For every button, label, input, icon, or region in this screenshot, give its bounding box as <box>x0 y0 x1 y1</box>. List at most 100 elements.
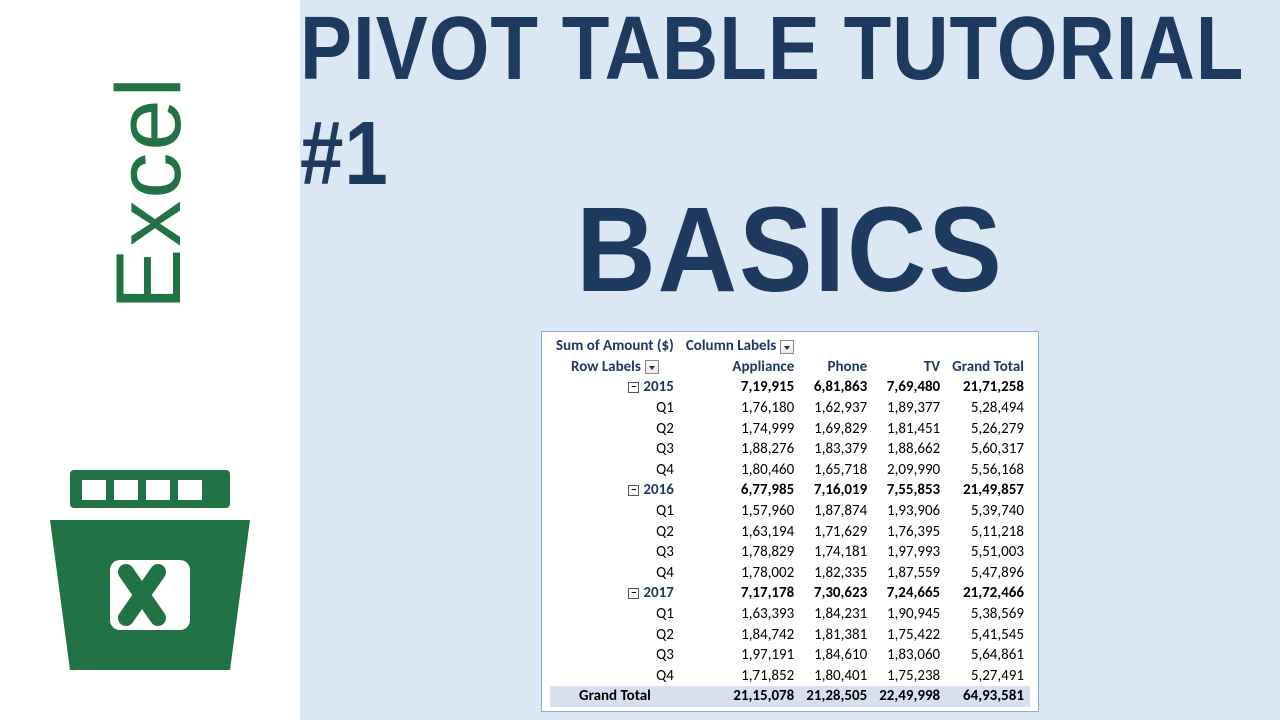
cell: 5,39,740 <box>946 501 1030 522</box>
cell: 1,89,377 <box>873 398 946 419</box>
table-row: Q21,63,1941,71,6291,76,3955,11,218 <box>550 521 1030 542</box>
cell: 5,28,494 <box>946 398 1030 419</box>
col-phone[interactable]: Phone <box>800 357 873 378</box>
cell: 1,83,060 <box>873 645 946 666</box>
pivot-header-row-1: Sum of Amount ($) Column Labels <box>550 336 1030 357</box>
table-row: Q41,80,4601,65,7182,09,9905,56,168 <box>550 460 1030 481</box>
excel-pivot-icon <box>40 460 260 680</box>
column-labels-cell[interactable]: Column Labels <box>680 336 800 357</box>
cell: 1,71,629 <box>800 521 873 542</box>
year-row-2017[interactable]: −2017 7,17,178 7,30,623 7,24,665 21,72,4… <box>550 583 1030 604</box>
cell: 7,16,019 <box>800 480 873 501</box>
q-label: Q3 <box>550 645 680 666</box>
cell: 1,76,395 <box>873 521 946 542</box>
table-row: Q21,84,7421,81,3811,75,4225,41,545 <box>550 624 1030 645</box>
measure-label: Sum of Amount ($) <box>550 336 680 357</box>
collapse-icon[interactable]: − <box>628 588 639 599</box>
cell: 5,64,861 <box>946 645 1030 666</box>
cell: 7,24,665 <box>873 583 946 604</box>
q-label: Q2 <box>550 624 680 645</box>
cell: 64,93,581 <box>946 686 1030 707</box>
cell: 1,71,852 <box>680 666 800 687</box>
cell: 21,72,466 <box>946 583 1030 604</box>
q-label: Q3 <box>550 542 680 563</box>
table-row: Q41,78,0021,82,3351,87,5595,47,896 <box>550 563 1030 584</box>
right-panel: PIVOT TABLE TUTORIAL #1 BASICS Sum of Am… <box>300 0 1280 720</box>
year-label: 2015 <box>643 378 673 396</box>
cell: 5,26,279 <box>946 418 1030 439</box>
pivot-table-container: Sum of Amount ($) Column Labels Row Labe… <box>541 331 1039 712</box>
year-row-2016[interactable]: −2016 6,77,985 7,16,019 7,55,853 21,49,8… <box>550 480 1030 501</box>
cell: 5,41,545 <box>946 624 1030 645</box>
cell: 1,75,422 <box>873 624 946 645</box>
cell: 7,30,623 <box>800 583 873 604</box>
q-label: Q1 <box>550 501 680 522</box>
cell: 6,77,985 <box>680 480 800 501</box>
cell: 5,11,218 <box>946 521 1030 542</box>
left-panel: Excel <box>0 0 300 720</box>
cell: 1,88,276 <box>680 439 800 460</box>
cell: 1,84,610 <box>800 645 873 666</box>
cell: 1,74,181 <box>800 542 873 563</box>
cell: 1,57,960 <box>680 501 800 522</box>
row-labels-dropdown-icon[interactable] <box>645 360 659 374</box>
table-row: Q11,57,9601,87,8741,93,9065,39,740 <box>550 501 1030 522</box>
cell: 2,09,990 <box>873 460 946 481</box>
cell: 1,93,906 <box>873 501 946 522</box>
col-tv[interactable]: TV <box>873 357 946 378</box>
cell: 1,75,238 <box>873 666 946 687</box>
grand-total-row: Grand Total 21,15,078 21,28,505 22,49,99… <box>550 686 1030 707</box>
cell: 1,88,662 <box>873 439 946 460</box>
q-label: Q1 <box>550 398 680 419</box>
cell: 22,49,998 <box>873 686 946 707</box>
page-title-line2: BASICS <box>576 180 1004 320</box>
cell: 21,49,857 <box>946 480 1030 501</box>
cell: 1,82,335 <box>800 563 873 584</box>
grand-total-label: Grand Total <box>550 686 680 707</box>
q-label: Q4 <box>550 563 680 584</box>
collapse-icon[interactable]: − <box>628 382 639 393</box>
cell: 5,38,569 <box>946 604 1030 625</box>
cell: 1,83,379 <box>800 439 873 460</box>
cell: 5,56,168 <box>946 460 1030 481</box>
cell: 1,76,180 <box>680 398 800 419</box>
table-row: Q31,97,1911,84,6101,83,0605,64,861 <box>550 645 1030 666</box>
year-row-2015[interactable]: −2015 7,19,915 6,81,863 7,69,480 21,71,2… <box>550 377 1030 398</box>
cell: 5,51,003 <box>946 542 1030 563</box>
year-label: 2017 <box>643 584 673 602</box>
table-row: Q21,74,9991,69,8291,81,4515,26,279 <box>550 418 1030 439</box>
cell: 7,19,915 <box>680 377 800 398</box>
cell: 1,63,393 <box>680 604 800 625</box>
cell: 1,80,401 <box>800 666 873 687</box>
cell: 1,63,194 <box>680 521 800 542</box>
q-label: Q4 <box>550 460 680 481</box>
cell: 5,60,317 <box>946 439 1030 460</box>
pivot-table: Sum of Amount ($) Column Labels Row Labe… <box>550 336 1030 707</box>
collapse-icon[interactable]: − <box>628 485 639 496</box>
row-labels-cell[interactable]: Row Labels <box>550 357 680 378</box>
q-label: Q3 <box>550 439 680 460</box>
cell: 1,84,231 <box>800 604 873 625</box>
page-title-line1: PIVOT TABLE TUTORIAL #1 <box>300 0 1280 206</box>
cell: 7,17,178 <box>680 583 800 604</box>
cell: 1,84,742 <box>680 624 800 645</box>
col-appliance[interactable]: Appliance <box>680 357 800 378</box>
column-labels-text: Column Labels <box>686 337 776 355</box>
cell: 1,90,945 <box>873 604 946 625</box>
cell: 1,69,829 <box>800 418 873 439</box>
table-row: Q11,63,3931,84,2311,90,9455,38,569 <box>550 604 1030 625</box>
cell: 1,74,999 <box>680 418 800 439</box>
cell: 1,78,829 <box>680 542 800 563</box>
cell: 21,28,505 <box>800 686 873 707</box>
cell: 1,97,191 <box>680 645 800 666</box>
q-label: Q4 <box>550 666 680 687</box>
cell: 5,27,491 <box>946 666 1030 687</box>
cell: 1,62,937 <box>800 398 873 419</box>
column-labels-dropdown-icon[interactable] <box>780 340 794 354</box>
table-row: Q31,78,8291,74,1811,97,9935,51,003 <box>550 542 1030 563</box>
excel-wordmark: Excel <box>97 75 202 310</box>
table-row: Q41,71,8521,80,4011,75,2385,27,491 <box>550 666 1030 687</box>
cell: 1,87,559 <box>873 563 946 584</box>
cell: 6,81,863 <box>800 377 873 398</box>
cell: 7,55,853 <box>873 480 946 501</box>
